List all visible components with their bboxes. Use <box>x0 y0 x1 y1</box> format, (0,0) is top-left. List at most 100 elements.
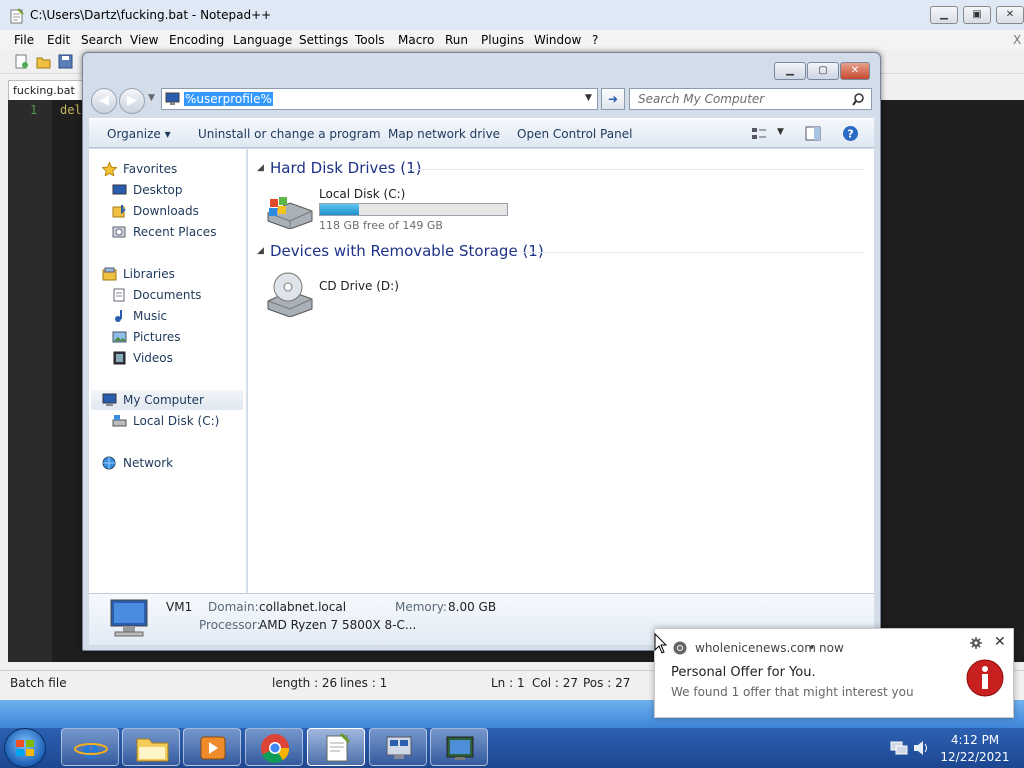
hard-disk-drives-header[interactable]: Hard Disk Drives (1) <box>270 159 421 177</box>
new-file-icon[interactable] <box>14 54 29 69</box>
nav-libraries[interactable]: Libraries <box>89 264 245 284</box>
nav-pictures[interactable]: Pictures <box>89 327 245 347</box>
nav-local-disk[interactable]: Local Disk (C:) <box>89 411 245 431</box>
taskbar-explorer[interactable] <box>122 728 180 766</box>
taskbar-media-player[interactable] <box>183 728 241 766</box>
pictures-icon <box>112 331 127 343</box>
notification-time: now <box>819 641 844 655</box>
volume-icon[interactable] <box>912 740 930 756</box>
nav-recent-places[interactable]: Recent Places <box>89 222 245 242</box>
notepadpp-app-icon <box>10 8 24 24</box>
search-icon[interactable] <box>852 93 865 106</box>
open-control-panel-button[interactable]: Open Control Panel <box>517 127 632 141</box>
windows-logo-icon <box>16 740 34 756</box>
notification-close-icon[interactable]: ✕ <box>994 634 1006 650</box>
nav-videos[interactable]: Videos <box>89 348 245 368</box>
start-button[interactable] <box>4 728 46 768</box>
domain-label: Domain: <box>208 600 259 614</box>
close-document-x[interactable]: X <box>1013 33 1021 47</box>
drive-c-item[interactable]: Local Disk (C:) 118 GB free of 149 GB <box>264 187 524 237</box>
search-input[interactable]: Search My Computer <box>638 92 764 106</box>
info-icon <box>966 659 1004 697</box>
explorer-minimize-button[interactable]: ▁ <box>774 62 806 80</box>
gear-icon[interactable] <box>970 637 982 649</box>
clock-time: 4:12 PM <box>950 733 1000 747</box>
menu-help[interactable]: ? <box>592 33 598 47</box>
menu-macro[interactable]: Macro <box>398 33 434 47</box>
file-tab[interactable]: fucking.bat <box>8 80 88 100</box>
taskbar-internet-explorer[interactable]: e <box>61 728 119 766</box>
nav-documents[interactable]: Documents <box>89 285 245 305</box>
menu-language[interactable]: Language <box>233 33 292 47</box>
nav-favorites[interactable]: Favorites <box>89 159 245 179</box>
open-folder-icon[interactable] <box>36 54 51 69</box>
close-button[interactable]: ✕ <box>996 6 1024 24</box>
nav-downloads[interactable]: Downloads <box>89 201 245 221</box>
notepadpp-titlebar[interactable]: C:\Users\Dartz\fucking.bat - Notepad++ ▁… <box>0 0 1024 30</box>
notification-toast[interactable]: wholenicenews.com • now ✕ Personal Offer… <box>654 628 1014 718</box>
nav-my-computer[interactable]: My Computer <box>91 390 243 410</box>
address-dropdown-chevron-icon[interactable]: ▼ <box>585 93 592 103</box>
taskbar-computer[interactable] <box>430 728 488 766</box>
notepadpp-menubar: File Edit Search View Encoding Language … <box>0 30 1024 50</box>
folder-icon <box>136 738 169 762</box>
menu-plugins[interactable]: Plugins <box>481 33 524 47</box>
recent-pages-chevron-icon[interactable]: ▼ <box>148 93 155 103</box>
taskbar-remote-desktop[interactable] <box>369 728 427 766</box>
status-ln: Ln : 1 <box>491 676 525 690</box>
explorer-maximize-button[interactable]: ▢ <box>807 62 839 80</box>
go-arrow-icon[interactable]: ➜ <box>601 88 625 110</box>
collapse-hdd-chevron-icon[interactable]: ◢ <box>257 163 264 173</box>
save-icon[interactable] <box>58 54 73 69</box>
view-dropdown-chevron-icon[interactable]: ▼ <box>777 127 784 137</box>
processor-label: Processor: <box>199 618 261 632</box>
preview-pane-icon[interactable] <box>805 126 821 141</box>
drive-d-item[interactable]: CD Drive (D:) <box>264 271 464 317</box>
map-network-drive-button[interactable]: Map network drive <box>388 127 500 141</box>
computer-name: VM1 <box>166 600 193 614</box>
drive-c-usage-fill <box>320 204 360 215</box>
back-button[interactable]: ◀ <box>91 88 117 114</box>
network-status-icon[interactable] <box>890 740 908 756</box>
menu-view[interactable]: View <box>130 33 158 47</box>
taskbar-notepadpp[interactable] <box>307 728 365 766</box>
help-icon[interactable]: ? <box>842 125 859 142</box>
desktop-icon <box>112 184 127 195</box>
drive-c-free-space: 118 GB free of 149 GB <box>319 219 443 232</box>
address-input[interactable]: %userprofile% <box>184 92 273 106</box>
removable-storage-header[interactable]: Devices with Removable Storage (1) <box>270 242 544 260</box>
nav-music[interactable]: Music <box>89 306 245 326</box>
minimize-button[interactable]: ▁ <box>930 6 958 24</box>
menu-window[interactable]: Window <box>534 33 581 47</box>
view-options-icon[interactable] <box>751 127 767 141</box>
forward-button[interactable]: ▶ <box>119 88 145 114</box>
hard-drive-icon <box>267 197 313 229</box>
menu-encoding[interactable]: Encoding <box>169 33 224 47</box>
nav-network[interactable]: Network <box>89 453 245 473</box>
taskbar-clock[interactable]: 4:12 PM 12/22/2021 <box>935 733 1015 764</box>
star-icon <box>102 162 117 176</box>
explorer-window: ▁ ▢ ✕ ◀ ▶ ▼ %userprofile% ▼ ➜ Search My … <box>82 52 881 651</box>
uninstall-program-button[interactable]: Uninstall or change a program <box>198 127 381 141</box>
menu-settings[interactable]: Settings <box>299 33 348 47</box>
nav-desktop[interactable]: Desktop <box>89 180 245 200</box>
taskbar-chrome[interactable] <box>245 728 303 766</box>
downloads-icon <box>112 205 126 218</box>
line-number: 1 <box>30 103 38 117</box>
notepadpp-title: C:\Users\Dartz\fucking.bat - Notepad++ <box>30 8 272 22</box>
drive-d-name: CD Drive (D:) <box>319 279 399 293</box>
menu-search[interactable]: Search <box>81 33 122 47</box>
menu-run[interactable]: Run <box>445 33 468 47</box>
code-text[interactable]: del <box>60 103 82 117</box>
collapse-removable-chevron-icon[interactable]: ◢ <box>257 246 264 256</box>
menu-edit[interactable]: Edit <box>47 33 70 47</box>
organize-button[interactable]: Organize ▾ <box>107 127 171 141</box>
search-box[interactable]: Search My Computer <box>629 88 872 110</box>
explorer-close-button[interactable]: ✕ <box>840 62 870 80</box>
maximize-button[interactable]: ▣ <box>963 6 991 24</box>
menu-file[interactable]: File <box>14 33 34 47</box>
address-bar[interactable]: %userprofile% ▼ <box>161 88 598 110</box>
status-col: Col : 27 <box>532 676 578 690</box>
menu-tools[interactable]: Tools <box>355 33 385 47</box>
notepadpp-icon <box>326 732 351 762</box>
